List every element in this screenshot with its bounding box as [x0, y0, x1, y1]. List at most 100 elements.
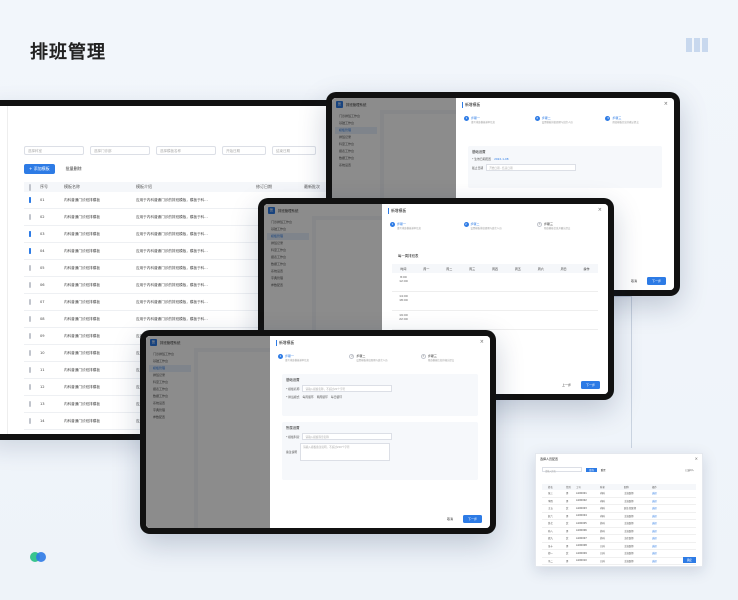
select-all-checkbox[interactable] — [24, 183, 40, 191]
table-row[interactable]: 冯二男 A100010 儿科 主治医师 选择 — [542, 558, 696, 565]
table-row[interactable]: 李四 男 A100002 内科 主治医师 选择 — [542, 498, 696, 505]
schedule-cell[interactable] — [552, 273, 575, 291]
schedule-cell[interactable] — [506, 311, 529, 329]
cell: 儿科 — [600, 559, 605, 563]
close-icon[interactable]: × — [598, 207, 602, 213]
select-link[interactable]: 选择 — [652, 536, 696, 540]
table-row[interactable]: 钱七 女 A100005 外科 主治医师 选择 — [542, 520, 696, 528]
cell: 外科 — [600, 529, 605, 533]
field-label: * 排班模式 — [286, 395, 300, 399]
row-checkbox[interactable] — [24, 316, 40, 322]
row-checkbox[interactable] — [24, 197, 40, 203]
template-name-filter[interactable]: 选择模板名称 — [156, 146, 216, 155]
end-date-filter[interactable]: 结束日期 — [272, 146, 316, 155]
row-intro: 应用于内科普通门诊的排班模板，模板于科... — [136, 231, 208, 236]
schedule-cell[interactable] — [415, 292, 438, 310]
schedule-cell[interactable] — [415, 273, 438, 291]
schedule-cell[interactable] — [575, 273, 598, 291]
table-row[interactable]: 周九 女 A100007 外科 主任医师 选择 — [542, 535, 696, 543]
dept-filter[interactable]: 选择科室 — [24, 146, 84, 155]
schedule-cell[interactable] — [552, 292, 575, 310]
row-checkbox[interactable] — [24, 436, 40, 440]
close-icon[interactable]: × — [695, 456, 698, 461]
schedule-cell[interactable] — [575, 311, 598, 329]
row-checkbox[interactable] — [24, 231, 40, 237]
select-link[interactable]: 选择 — [652, 544, 696, 548]
row-checkbox[interactable] — [24, 265, 40, 271]
start-date-filter[interactable]: 开始日期 — [222, 146, 266, 155]
confirm-button[interactable]: 确定 — [682, 557, 696, 563]
template-name-input[interactable]: 请输入模板名称，不超过20个字符 — [302, 385, 393, 392]
table-header: 序号 模板名称 模板介绍 修订日期 最新批次 — [24, 182, 342, 192]
radio-option[interactable]: 每日循环 — [331, 395, 342, 399]
batch-delete-button[interactable]: 批量删除 — [63, 164, 85, 174]
row-checkbox[interactable] — [24, 384, 40, 390]
row-no: 05 — [40, 266, 45, 270]
radio-option[interactable]: 两周循环 — [317, 395, 328, 399]
table-row[interactable]: 孙八 男 A100006 外科 主治医师 选择 — [542, 528, 696, 535]
schedule-cell[interactable] — [484, 292, 507, 310]
schedule-cell[interactable] — [438, 292, 461, 310]
table-row[interactable]: 赵六 男 A100004 内科 主治医师 选择 — [542, 513, 696, 520]
row-checkbox[interactable] — [24, 299, 40, 305]
schedule-cell[interactable] — [529, 311, 552, 329]
schedule-cell[interactable] — [552, 311, 575, 329]
schedule-cell[interactable] — [438, 273, 461, 291]
row-checkbox[interactable] — [24, 367, 40, 373]
close-icon[interactable]: × — [480, 339, 484, 345]
next-button[interactable]: 下一步 — [580, 381, 600, 389]
next-button[interactable]: 下一步 — [646, 277, 666, 285]
cell: 内科 — [600, 492, 605, 496]
schedule-cell[interactable] — [506, 292, 529, 310]
row-no: 11 — [40, 368, 45, 372]
reset-button[interactable]: 重置 — [601, 468, 606, 472]
remark-textarea[interactable]: 请输入模板备注说明，不超过200个字符 — [300, 443, 391, 461]
date-range-input[interactable]: 开始日期 - 结束日期 — [486, 164, 577, 171]
schedule-cell[interactable] — [461, 292, 484, 310]
cancel-button[interactable]: 取消 — [442, 515, 458, 523]
row-checkbox[interactable] — [24, 214, 40, 220]
select-link[interactable]: 选择 — [652, 529, 696, 533]
schedule-cell[interactable] — [484, 273, 507, 291]
row-checkbox[interactable] — [24, 418, 40, 424]
row-name: 内科普通门诊班排模板 — [64, 265, 100, 270]
action-bar: + 添加模板 批量删除 — [24, 164, 85, 174]
query-button[interactable]: 查询 — [586, 467, 597, 472]
select-link[interactable]: 选择 — [652, 521, 696, 525]
schedule-cell[interactable] — [461, 273, 484, 291]
row-checkbox[interactable] — [24, 248, 40, 254]
schedule-cell[interactable] — [529, 292, 552, 310]
row-checkbox[interactable] — [24, 333, 40, 339]
schedule-cell[interactable] — [415, 311, 438, 329]
schedule-cell[interactable] — [438, 311, 461, 329]
select-link[interactable]: 选择 — [652, 499, 696, 503]
select-link[interactable]: 选择 — [652, 551, 696, 555]
select-link[interactable]: 选择 — [652, 506, 696, 510]
clinic-filter[interactable]: 选择门诊部 — [90, 146, 150, 155]
add-template-button[interactable]: + 添加模板 — [24, 164, 55, 174]
schedule-cell[interactable] — [506, 273, 529, 291]
dept-input[interactable]: 请输入模板科室名称 — [302, 433, 393, 440]
field-value[interactable]: 2022-1-08 — [494, 157, 508, 161]
row-no: 12 — [40, 385, 45, 389]
table-row[interactable]: 王五 女 A100003 内科 副主任医师 选择 — [542, 505, 696, 513]
table-row[interactable]: 吴十 男 A100008 儿科 主治医师 选择 — [542, 543, 696, 550]
select-link[interactable]: 选择 — [652, 491, 696, 495]
next-button[interactable]: 下一步 — [462, 515, 482, 523]
schedule-cell[interactable] — [529, 273, 552, 291]
name-search-input[interactable]: 请输入姓名 — [542, 467, 582, 473]
select-link[interactable]: 选择 — [652, 514, 696, 518]
connector-line — [631, 296, 632, 448]
schedule-cell[interactable] — [484, 311, 507, 329]
close-icon[interactable]: × — [664, 101, 668, 107]
table-row[interactable]: 张三 男 A100001 内科 主治医师 选择 — [542, 490, 696, 498]
row-checkbox[interactable] — [24, 401, 40, 407]
row-checkbox[interactable] — [24, 350, 40, 356]
prev-button[interactable]: 上一步 — [557, 381, 576, 389]
radio-option[interactable]: 每周循环 — [302, 395, 313, 399]
cancel-button[interactable]: 取消 — [626, 277, 642, 285]
table-row[interactable]: 郑一 女 A100009 儿科 主治医师 选择 — [542, 550, 696, 558]
schedule-cell[interactable] — [461, 311, 484, 329]
schedule-cell[interactable] — [575, 292, 598, 310]
row-checkbox[interactable] — [24, 282, 40, 288]
